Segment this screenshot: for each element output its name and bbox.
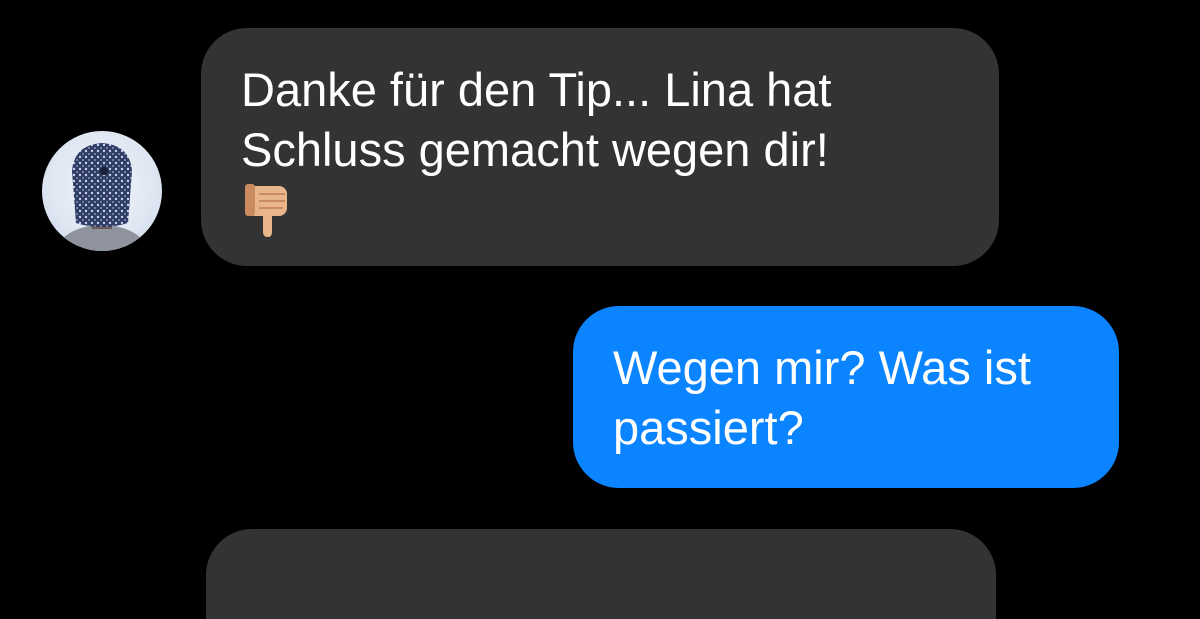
message-text-line: passiert? — [613, 401, 804, 454]
received-message-bubble[interactable]: Danke für den Tip... Lina hat Schluss ge… — [201, 28, 999, 266]
message-text-line: Wegen mir? Was ist — [613, 341, 1031, 394]
sent-message-bubble[interactable]: Wegen mir? Was ist passiert? — [573, 306, 1119, 488]
thumbs-down-icon — [241, 182, 291, 238]
message-text-line: Schluss gemacht wegen dir! — [241, 123, 829, 176]
avatar-image — [56, 143, 148, 251]
received-message-bubble-partial[interactable] — [206, 529, 996, 619]
message-text-line: Danke für den Tip... Lina hat — [241, 63, 832, 116]
contact-avatar[interactable] — [42, 131, 162, 251]
